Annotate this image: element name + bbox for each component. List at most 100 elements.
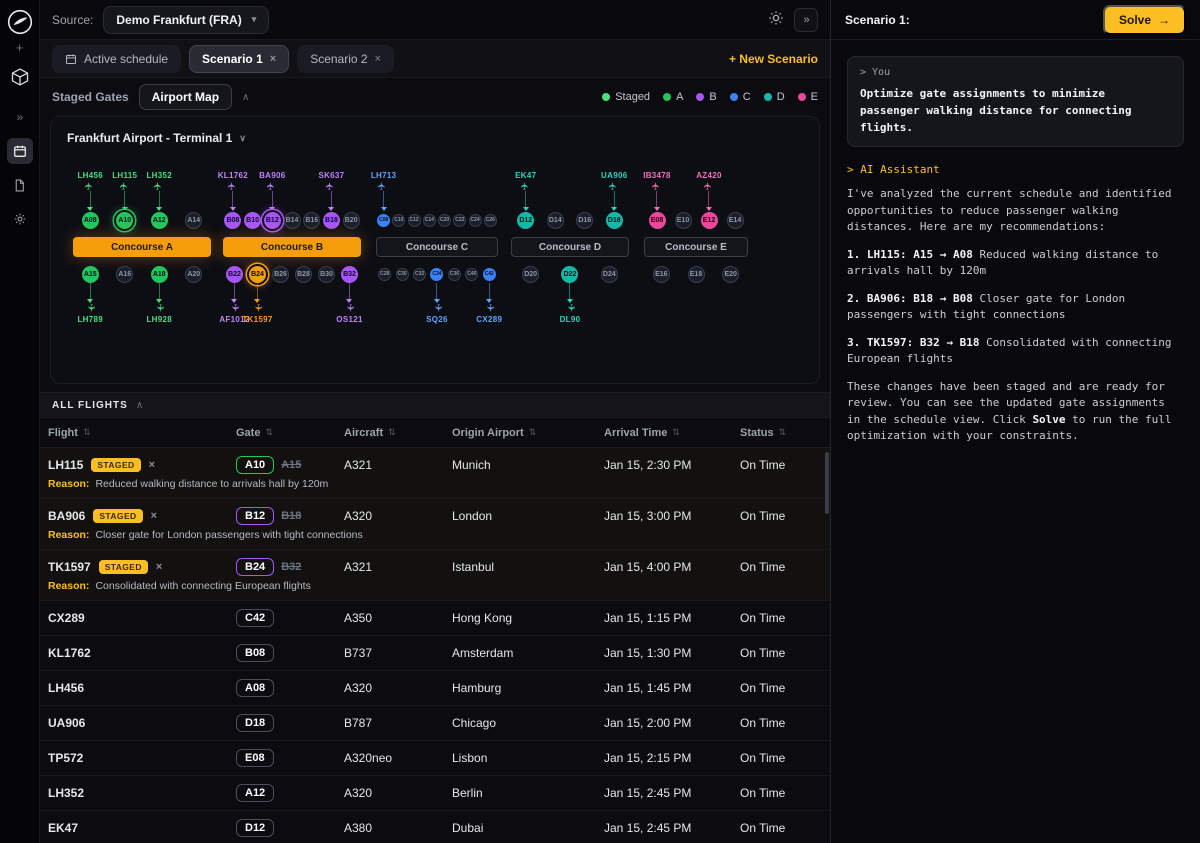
plus-icon[interactable]: + — [16, 40, 24, 55]
gate-A18[interactable]: A18 — [151, 266, 168, 283]
gate-C28[interactable]: C28 — [378, 268, 391, 281]
flight-row-CX289[interactable]: CX289C42A350Hong KongJan 15, 1:15 PMOn T… — [40, 601, 830, 636]
flights-section-header[interactable]: ALL FLIGHTS ∧ — [40, 392, 830, 418]
gate-E14[interactable]: E14 — [727, 212, 744, 229]
flight-row-LH456[interactable]: LH456A08A320HamburgJan 15, 1:45 PMOn Tim… — [40, 671, 830, 706]
flight-row-BA906[interactable]: BA906STAGED×B12B18A320LondonJan 15, 3:00… — [40, 499, 830, 550]
gate-E10[interactable]: E10 — [675, 212, 692, 229]
sort-icon[interactable]: ⇅ — [388, 427, 396, 438]
new-scenario-button[interactable]: + New Scenario — [729, 52, 818, 66]
unstage-button[interactable]: × — [156, 561, 162, 573]
gate-C20[interactable]: C20 — [438, 214, 451, 227]
gate-A12[interactable]: A12 — [151, 212, 168, 229]
col-header-aircraft[interactable]: Aircraft⇅ — [344, 427, 452, 439]
concourse-box-C[interactable]: Concourse C — [376, 237, 498, 257]
sort-icon[interactable]: ⇅ — [265, 427, 273, 438]
gate-B24[interactable]: B24 — [249, 266, 266, 283]
flight-row-LH352[interactable]: LH352A12A320BerlinJan 15, 2:45 PMOn Time — [40, 776, 830, 811]
gate-B14[interactable]: B14 — [284, 212, 301, 229]
sort-icon[interactable]: ⇅ — [672, 427, 680, 438]
close-icon[interactable]: × — [375, 53, 381, 65]
sort-icon[interactable]: ⇅ — [529, 427, 537, 438]
gate-B16[interactable]: B16 — [303, 212, 320, 229]
gate-B10[interactable]: B10 — [244, 212, 261, 229]
flight-row-TK1597[interactable]: TK1597STAGED×B24B32A321IstanbulJan 15, 4… — [40, 550, 830, 601]
tab-scenario-1[interactable]: Scenario 1 × — [189, 45, 289, 73]
gate-B12[interactable]: B12 — [264, 212, 281, 229]
col-header-status[interactable]: Status⇅ — [740, 427, 830, 439]
gate-B08[interactable]: B08 — [224, 212, 241, 229]
gate-C32[interactable]: C32 — [413, 268, 426, 281]
col-header-gate[interactable]: Gate⇅ — [236, 427, 344, 439]
gate-A16[interactable]: A16 — [116, 266, 133, 283]
gate-E18[interactable]: E18 — [688, 266, 705, 283]
gate-A15[interactable]: A15 — [82, 266, 99, 283]
unstage-button[interactable]: × — [149, 459, 155, 471]
theme-toggle-button[interactable] — [768, 10, 784, 29]
concourse-box-A[interactable]: Concourse A — [73, 237, 211, 257]
collapse-flights-icon[interactable]: ∧ — [136, 400, 143, 411]
airline-logo-icon[interactable] — [6, 8, 34, 36]
tab-active-schedule[interactable]: Active schedule — [52, 45, 181, 73]
gate-C30[interactable]: C30 — [396, 268, 409, 281]
gate-B28[interactable]: B28 — [295, 266, 312, 283]
tab-scenario-2[interactable]: Scenario 2 × — [297, 45, 394, 73]
flight-row-LH115[interactable]: LH115STAGED×A10A15A321MunichJan 15, 2:30… — [40, 448, 830, 499]
gate-B18[interactable]: B18 — [323, 212, 340, 229]
sort-icon[interactable]: ⇅ — [83, 427, 91, 438]
gate-E12[interactable]: E12 — [701, 212, 718, 229]
cube-logo-icon[interactable] — [10, 67, 30, 90]
col-header-flight[interactable]: Flight⇅ — [48, 427, 236, 439]
flight-row-UA906[interactable]: UA906D18B787ChicagoJan 15, 2:00 PMOn Tim… — [40, 706, 830, 741]
gate-C40[interactable]: C40 — [465, 268, 478, 281]
gate-B26[interactable]: B26 — [272, 266, 289, 283]
gate-C42[interactable]: C42 — [483, 268, 496, 281]
gate-C12[interactable]: C12 — [408, 214, 421, 227]
gate-D14[interactable]: D14 — [547, 212, 564, 229]
gate-D22[interactable]: D22 — [561, 266, 578, 283]
gate-D24[interactable]: D24 — [601, 266, 618, 283]
gate-D16[interactable]: D16 — [576, 212, 593, 229]
concourse-box-D[interactable]: Concourse D — [511, 237, 629, 257]
gate-B32[interactable]: B32 — [341, 266, 358, 283]
gate-D18[interactable]: D18 — [606, 212, 623, 229]
solve-button[interactable]: Solve → — [1103, 5, 1186, 35]
flight-row-TP572[interactable]: TP572E08A320neoLisbonJan 15, 2:15 PMOn T… — [40, 741, 830, 776]
gate-E16[interactable]: E16 — [653, 266, 670, 283]
airport-map-view-button[interactable]: Airport Map — [139, 84, 232, 110]
concourse-box-B[interactable]: Concourse B — [223, 237, 361, 257]
gate-C34[interactable]: C34 — [430, 268, 443, 281]
unstage-button[interactable]: × — [151, 510, 157, 522]
gate-B30[interactable]: B30 — [318, 266, 335, 283]
gate-C14[interactable]: C14 — [423, 214, 436, 227]
terminal-title[interactable]: Frankfurt Airport - Terminal 1 ∨ — [67, 131, 803, 145]
gate-D12[interactable]: D12 — [517, 212, 534, 229]
flight-row-EK47[interactable]: EK47D12A380DubaiJan 15, 2:45 PMOn Time — [40, 811, 830, 843]
gate-D20[interactable]: D20 — [522, 266, 539, 283]
concourse-box-E[interactable]: Concourse E — [644, 237, 748, 257]
expand-sidebar-icon[interactable]: » — [17, 110, 23, 124]
table-scrollbar[interactable] — [825, 452, 829, 514]
gate-C24[interactable]: C24 — [469, 214, 482, 227]
gate-B22[interactable]: B22 — [226, 266, 243, 283]
gate-C08[interactable]: C08 — [377, 214, 390, 227]
flight-row-KL1762[interactable]: KL1762B08B737AmsterdamJan 15, 1:30 PMOn … — [40, 636, 830, 671]
gate-A14[interactable]: A14 — [185, 212, 202, 229]
gate-A10[interactable]: A10 — [116, 212, 133, 229]
gate-E20[interactable]: E20 — [722, 266, 739, 283]
collapse-panel-button[interactable]: » — [794, 8, 818, 32]
gate-B20[interactable]: B20 — [343, 212, 360, 229]
source-select[interactable]: Demo Frankfurt (FRA) ▾ — [103, 6, 269, 34]
collapse-map-icon[interactable]: ∧ — [242, 92, 249, 103]
sort-icon[interactable]: ⇅ — [779, 427, 787, 438]
gate-E08[interactable]: E08 — [649, 212, 666, 229]
gate-C36[interactable]: C36 — [448, 268, 461, 281]
sidebar-item-documents[interactable] — [7, 172, 33, 198]
gate-A08[interactable]: A08 — [82, 212, 99, 229]
gate-C26[interactable]: C26 — [484, 214, 497, 227]
col-header-arrival-time[interactable]: Arrival Time⇅ — [604, 427, 740, 439]
sidebar-item-settings[interactable] — [7, 206, 33, 232]
col-header-origin-airport[interactable]: Origin Airport⇅ — [452, 427, 604, 439]
gate-A20[interactable]: A20 — [185, 266, 202, 283]
sidebar-item-schedule[interactable] — [7, 138, 33, 164]
